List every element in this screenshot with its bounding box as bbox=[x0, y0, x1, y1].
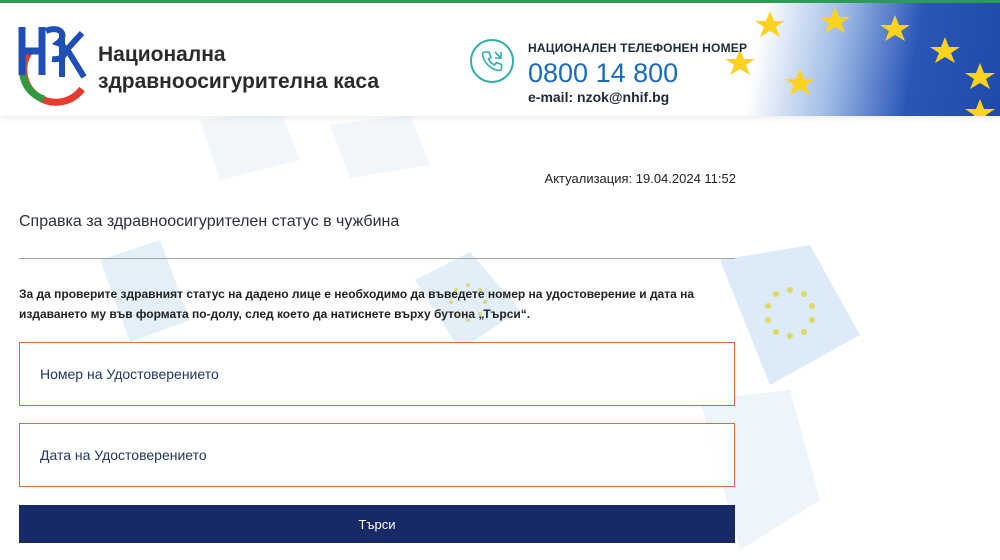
phone-number[interactable]: 0800 14 800 bbox=[528, 59, 747, 87]
certificate-date-input[interactable]: Дата на Удостоверението bbox=[19, 423, 735, 487]
phone-title: НАЦИОНАЛЕН ТЕЛЕФОНЕН НОМЕР bbox=[528, 41, 748, 55]
instructions-text: За да проверите здравният статус на даде… bbox=[19, 287, 695, 321]
phone-icon bbox=[470, 39, 514, 83]
search-button-label: Търси bbox=[358, 516, 396, 532]
certificate-number-placeholder: Номер на Удостоверението bbox=[40, 366, 219, 382]
page: Национална здравноосигурителна каса НАЦИ… bbox=[0, 0, 1000, 560]
organization-name: Национална здравноосигурителна каса bbox=[98, 41, 379, 95]
contact-block: НАЦИОНАЛЕН ТЕЛЕФОНЕН НОМЕР 0800 14 800 e… bbox=[528, 41, 747, 105]
page-title: Справка за здравноосигурителен статус в … bbox=[19, 213, 400, 230]
search-button[interactable]: Търси bbox=[19, 505, 735, 543]
certificate-number-input[interactable]: Номер на Удостоверението bbox=[19, 342, 735, 406]
site-header: Национална здравноосигурителна каса НАЦИ… bbox=[0, 0, 1000, 116]
email-link[interactable]: e-mail: nzok@nhif.bg bbox=[528, 89, 747, 105]
eu-flag-watermark bbox=[200, 110, 430, 180]
title-divider bbox=[19, 258, 735, 259]
last-updated: Актуализация: 19.04.2024 11:52 bbox=[544, 171, 736, 186]
organization-name-line1: Национална bbox=[98, 43, 226, 66]
organization-name-line2: здравноосигурителна каса bbox=[98, 70, 380, 93]
certificate-date-placeholder: Дата на Удостоверението bbox=[40, 447, 207, 463]
nzok-logo bbox=[18, 26, 87, 106]
